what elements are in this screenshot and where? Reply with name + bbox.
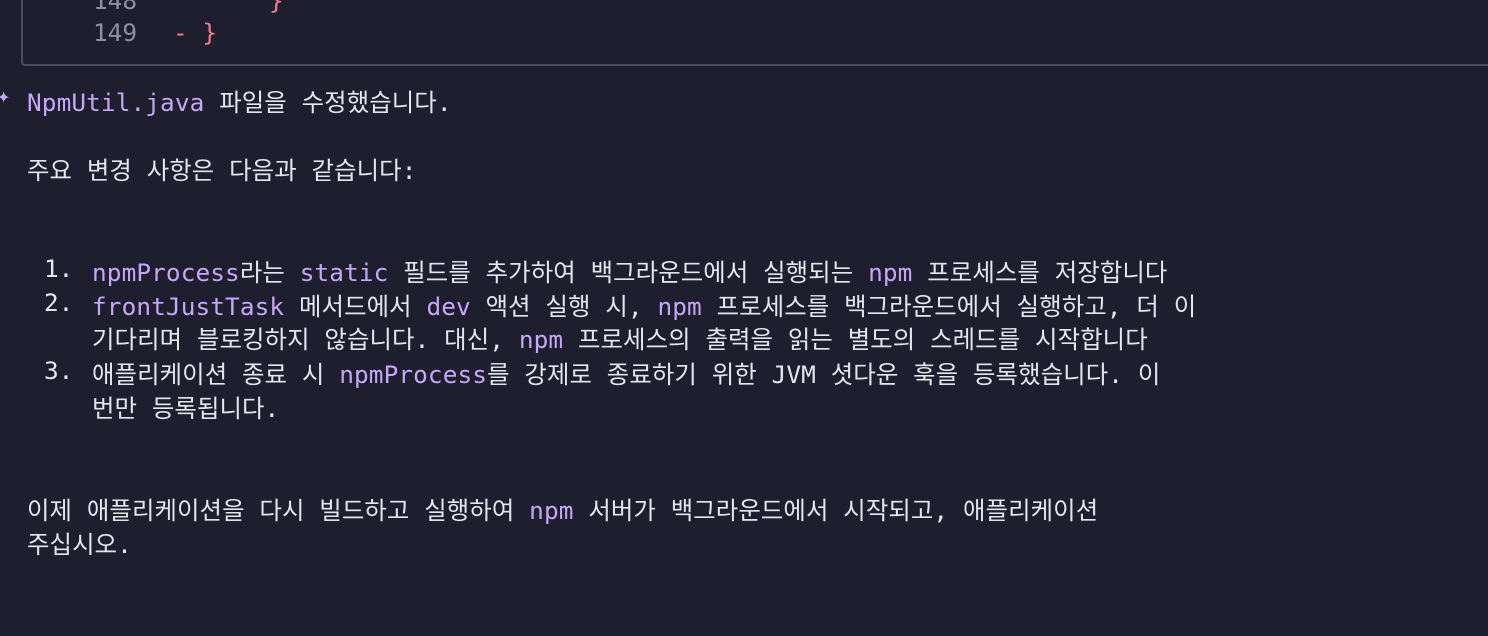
item-text: 라는 — [239, 258, 300, 287]
code-token: npm — [529, 496, 574, 525]
item-text: 를 강제로 종료하기 위한 JVM 셧다운 훅을 등록했습니다. 이 — [487, 360, 1161, 389]
item-text: 기다리며 블로킹하지 않습니다. 대신, — [92, 325, 519, 354]
code-token: npm — [518, 325, 564, 354]
list-item-continuation: 기다리며 블로킹하지 않습니다. 대신, npm 프로세스의 출력을 읽는 별도… — [92, 321, 1148, 356]
diff-line-text: } — [269, 0, 284, 15]
outro-text: 이제 애플리케이션을 다시 빌드하고 실행하여 npm 서버가 백그라운드에서 … — [27, 492, 1098, 527]
item-text: 프로세스를 백그라운드에서 실행하고, 더 이 — [701, 292, 1197, 321]
item-text: 메서드에서 — [284, 292, 427, 321]
code-token: npm — [657, 292, 702, 321]
code-diff-block: 148 } 149 - } — [21, 0, 1488, 66]
list-item: frontJustTask 메서드에서 dev 액션 실행 시, npm 프로세… — [92, 288, 1196, 323]
code-token: static — [299, 258, 389, 287]
item-text: 필드를 추가하여 백그라운드에서 실행되는 — [388, 258, 869, 287]
outro-segment: 이제 애플리케이션을 다시 빌드하고 실행하여 — [27, 496, 530, 525]
summary-text: 파일을 수정했습니다. — [204, 88, 452, 117]
file-name: NpmUtil.java — [27, 88, 205, 117]
outro-text-continuation: 주십시오. — [27, 530, 132, 559]
list-item-continuation: 번만 등록됩니다. — [92, 394, 280, 423]
list-number: 2. — [44, 288, 74, 317]
item-text: 액션 실행 시, — [470, 292, 658, 321]
line-number: 148 — [93, 0, 138, 15]
code-token: npm — [868, 258, 913, 287]
line-number: 149 — [93, 18, 138, 47]
item-text: 애플리케이션 종료 시 — [92, 360, 340, 389]
list-number: 3. — [44, 356, 74, 385]
code-token: npmProcess — [339, 360, 488, 389]
message-summary: NpmUtil.java 파일을 수정했습니다. — [27, 84, 452, 119]
intro-text: 주요 변경 사항은 다음과 같습니다: — [27, 156, 417, 185]
list-number: 1. — [44, 254, 74, 283]
code-token: frontJustTask — [92, 292, 285, 321]
code-token: npmProcess — [92, 258, 240, 287]
list-item: 애플리케이션 종료 시 npmProcess를 강제로 종료하기 위한 JVM … — [92, 356, 1160, 391]
code-token: dev — [426, 292, 471, 321]
diff-removed-line: - } — [173, 18, 218, 47]
sparkle-icon: ✦ — [0, 84, 11, 109]
outro-segment: 서버가 백그라운드에서 시작되고, 애플리케이션 — [573, 496, 1099, 525]
list-item: npmProcess라는 static 필드를 추가하여 백그라운드에서 실행되… — [92, 254, 1167, 289]
item-text: 프로세스를 저장합니다 — [912, 258, 1168, 287]
item-text: 프로세스의 출력을 읽는 별도의 스레드를 시작합니다 — [563, 325, 1148, 354]
